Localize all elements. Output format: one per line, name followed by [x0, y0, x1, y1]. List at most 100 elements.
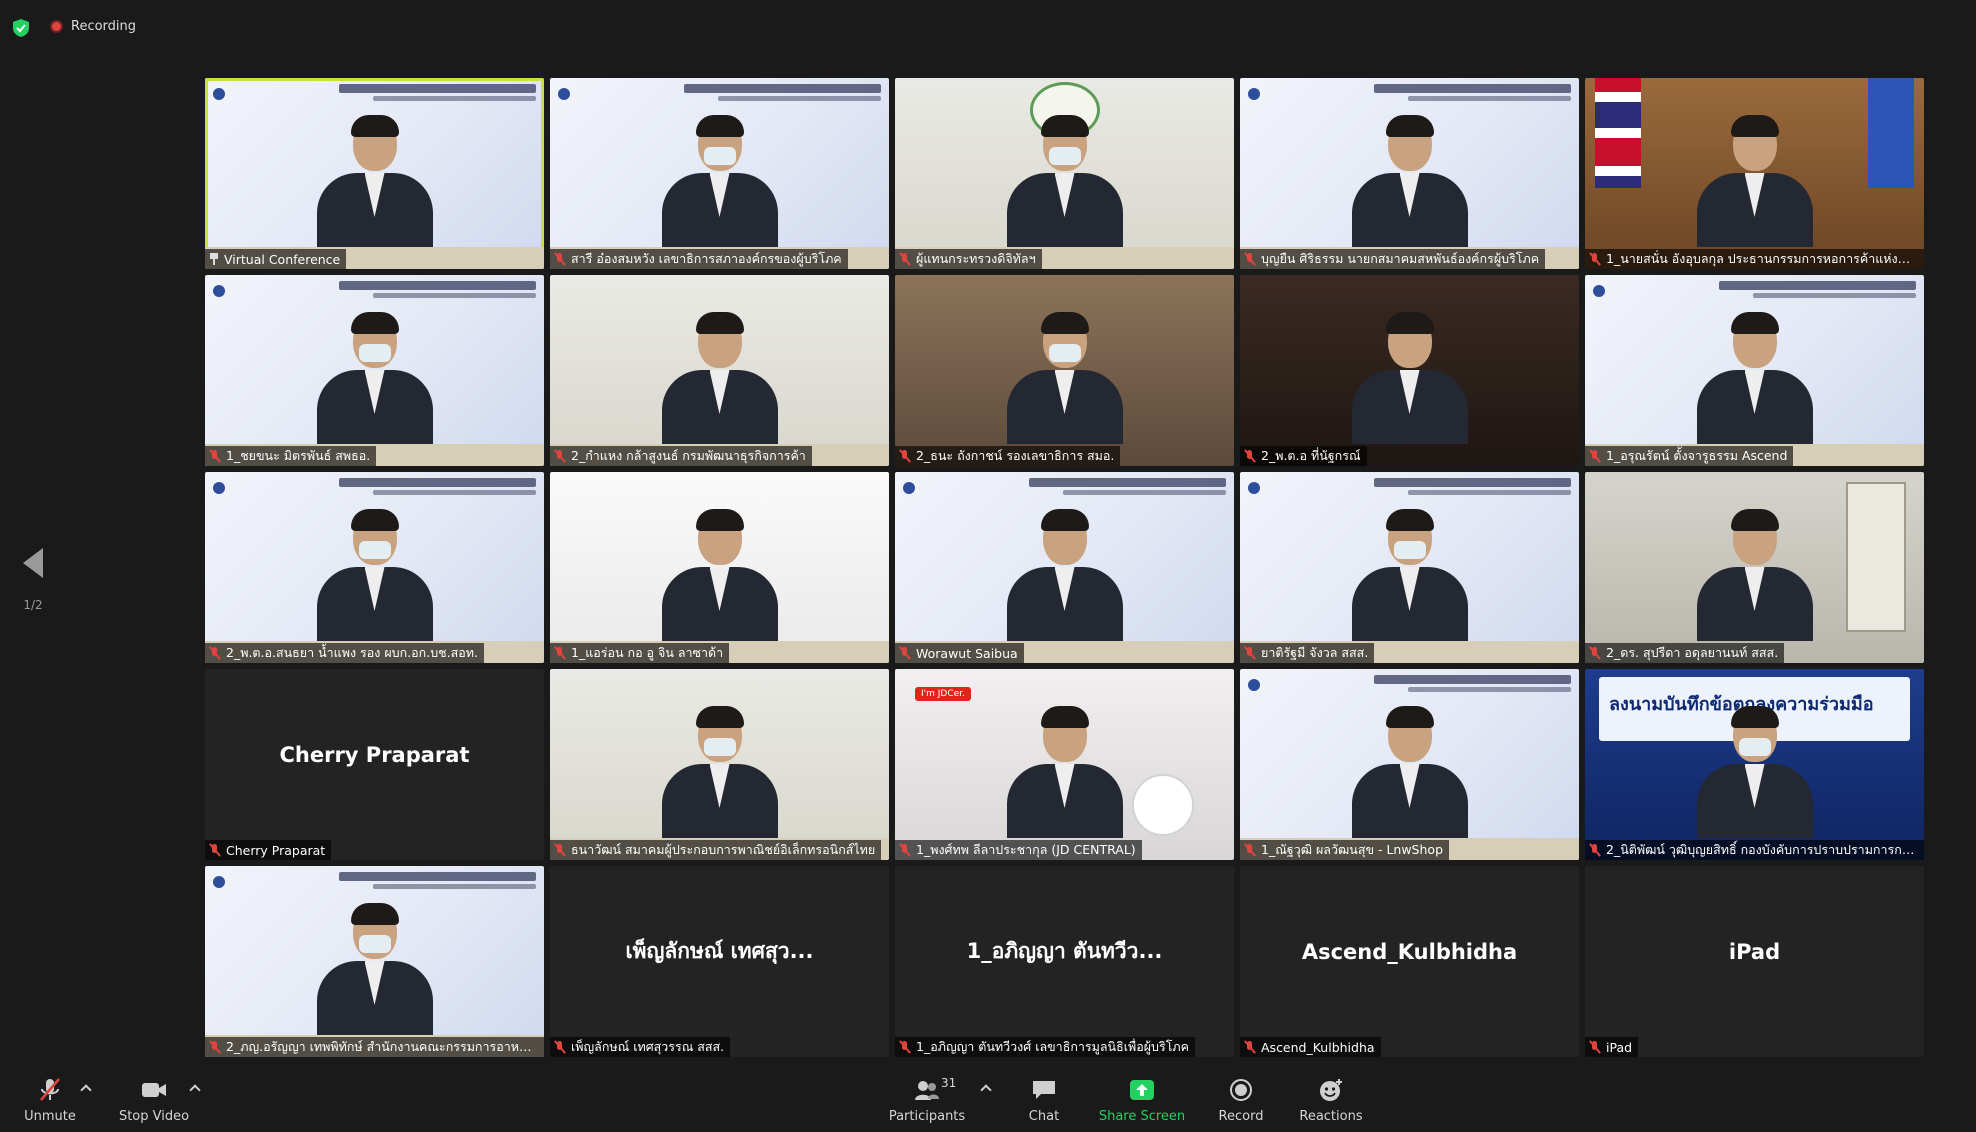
- organization-logo-icon: [1248, 88, 1260, 100]
- participant-video-figure: [661, 115, 778, 247]
- stop-video-label: Stop Video: [118, 1109, 190, 1124]
- participant-video-tile[interactable]: 1_ณัฐวุฒิ ผลวัฒนสุข - LnwShop: [1240, 669, 1579, 860]
- share-screen-label: Share Screen: [1098, 1109, 1186, 1124]
- participant-video-tile[interactable]: เพ็ญลักษณ์ เทศสุว... เพ็ญลักษณ์ เทศสุวรรณ…: [550, 866, 889, 1057]
- participant-name: 2_ธนะ ถังกาชน์ รองเลขาธิการ สมอ.: [916, 448, 1115, 463]
- participants-options-caret-icon[interactable]: [980, 1084, 992, 1096]
- participant-video-tile[interactable]: บุญยืน ศิริธรรม นายกสมาคมสหพันธ์องค์กรผู…: [1240, 78, 1579, 269]
- participant-name: iPad: [1606, 1039, 1633, 1055]
- participant-name-bar: สารี อ๋องสมหวัง เลขาธิการสภาองค์กรของผู้…: [550, 249, 848, 269]
- share-screen-icon: [1130, 1080, 1154, 1100]
- microphone-muted-icon: [1589, 844, 1601, 856]
- participant-name-bar: 1_อภิญญา ตันทวีวงศ์ เลขาธิการมูลนิธิเพื่…: [895, 1037, 1196, 1057]
- participant-name-bar: Worawut Saibua: [895, 643, 1024, 663]
- video-camera-icon: [142, 1083, 166, 1097]
- participant-display-name: Ascend_Kulbhidha: [1301, 939, 1518, 964]
- microphone-muted-icon: [1589, 647, 1601, 659]
- banner-headline: [1374, 84, 1571, 93]
- microphone-muted-icon: [554, 253, 566, 265]
- participants-count: 31: [941, 1076, 957, 1090]
- participant-video-tile[interactable]: Worawut Saibua: [895, 472, 1234, 663]
- participants-button[interactable]: 31 Participants: [879, 1076, 975, 1124]
- microphone-muted-icon: [899, 1041, 911, 1053]
- microphone-muted-icon: [1244, 253, 1256, 265]
- participant-video-tile[interactable]: ธนาวัฒน์ สมาคมผู้ประกอบการพาณิชย์อิเล็กท…: [550, 669, 889, 860]
- participant-name: 1_ชยขนะ มิตรพันธ์ สพธอ.: [226, 448, 371, 463]
- participant-video-tile[interactable]: 2_พ.ต.อ ที่นัฐกรณ์: [1240, 275, 1579, 466]
- record-label: Record: [1218, 1109, 1264, 1124]
- participant-name-bar: 1_พงศ์ทพ ลีลาประชากุล (JD CENTRAL): [895, 840, 1142, 860]
- participant-video-tile[interactable]: 1_อภิญญา ตันทวีว... 1_อภิญญา ตันทวีวงศ์ เ…: [895, 866, 1234, 1057]
- participant-name-bar: 2_ธนะ ถังกาชน์ รองเลขาธิการ สมอ.: [895, 446, 1121, 466]
- participant-name: Virtual Conference: [224, 251, 341, 267]
- participant-name-bar: Cherry Praparat: [205, 840, 332, 860]
- microphone-muted-icon: [554, 1041, 566, 1053]
- participant-name-bar: 2_ภญ.อรัญญา เทพพิทักษ์ สำนักงานคณะกรรมกา…: [205, 1037, 544, 1057]
- participant-video-tile[interactable]: 2_กำแหง กล้าสูงนธ์ กรมพัฒนาธุรกิจการค้า: [550, 275, 889, 466]
- microphone-muted-icon: [1589, 450, 1601, 462]
- participant-name-bar: 1_อรุณรัตน์ ตั้งจารูธรรม Ascend: [1585, 446, 1794, 466]
- banner-subline: [1408, 96, 1571, 101]
- organization-logo-icon: [213, 482, 225, 494]
- participant-video-tile[interactable]: 2_ดร. สุปรีดา อดุลยานนท์ สสส.: [1585, 472, 1924, 663]
- record-button[interactable]: Record: [1193, 1078, 1289, 1124]
- participant-video-tile[interactable]: 2_พ.ต.อ.สนธยา น้ำแพง รอง ผบก.อก.บช.สอท.: [205, 472, 544, 663]
- organization-logo-icon: [1248, 679, 1260, 691]
- stop-video-button[interactable]: Stop Video: [106, 1078, 202, 1124]
- share-screen-button[interactable]: Share Screen: [1094, 1078, 1190, 1124]
- participant-name: 1_พงศ์ทพ ลีลาประชากุล (JD CENTRAL): [916, 842, 1136, 857]
- participant-video-figure: [1006, 115, 1123, 247]
- previous-page-arrow-icon[interactable]: [23, 548, 43, 578]
- participant-video-figure: [661, 706, 778, 838]
- microphone-muted-icon: [209, 844, 221, 856]
- participant-video-figure: [1351, 115, 1468, 247]
- record-icon: [1230, 1079, 1252, 1101]
- banner-subline: [1063, 490, 1226, 495]
- participant-name-bar: 2_พ.ต.อ ที่นัฐกรณ์: [1240, 446, 1367, 466]
- participant-name: สารี อ๋องสมหวัง เลขาธิการสภาองค์กรของผู้…: [571, 251, 842, 266]
- participant-display-name: iPad: [1728, 939, 1781, 964]
- participants-label: Participants: [888, 1109, 966, 1124]
- chat-button[interactable]: Chat: [996, 1078, 1092, 1124]
- page-indicator: 1/2: [23, 598, 43, 612]
- participant-name: 1_อรุณรัตน์ ตั้งจารูธรรม Ascend: [1606, 448, 1788, 463]
- thai-flag-icon: [1595, 78, 1641, 188]
- participant-video-tile[interactable]: ลงนามบันทึกข้อตกลงความร่วมมือ 2_นิติพัฒน์…: [1585, 669, 1924, 860]
- participant-name-bar: 2_พ.ต.อ.สนธยา น้ำแพง รอง ผบก.อก.บช.สอท.: [205, 643, 484, 663]
- participant-name-bar: Ascend_Kulbhidha: [1240, 1037, 1381, 1057]
- microphone-muted-icon: [554, 844, 566, 856]
- participant-video-tile[interactable]: 1_ชยขนะ มิตรพันธ์ สพธอ.: [205, 275, 544, 466]
- participant-video-tile[interactable]: 2_ธนะ ถังกาชน์ รองเลขาธิการ สมอ.: [895, 275, 1234, 466]
- reactions-label: Reactions: [1299, 1109, 1363, 1124]
- security-shield-icon[interactable]: [12, 18, 30, 38]
- participant-video-figure: [1006, 706, 1123, 838]
- participant-video-tile[interactable]: I'm JDCer. 1_พงศ์ทพ ลีลาประชากุล (JD CENT…: [895, 669, 1234, 860]
- organization-logo-icon: [213, 88, 225, 100]
- pin-icon[interactable]: [209, 253, 219, 265]
- microphone-muted-icon: [1244, 647, 1256, 659]
- microphone-muted-icon: [40, 1078, 60, 1101]
- participant-video-tile[interactable]: 1_นายสนั่น อังอุบลกุล ประธานกรรมการหอการ…: [1585, 78, 1924, 269]
- reactions-button[interactable]: Reactions: [1283, 1078, 1379, 1124]
- organization-logo-icon: [1248, 482, 1260, 494]
- recording-indicator[interactable]: Recording: [50, 19, 136, 34]
- participant-video-tile[interactable]: ผู้แทนกระทรวงดิจิทัลฯ: [895, 78, 1234, 269]
- participant-video-tile[interactable]: Virtual Conference: [205, 78, 544, 269]
- participant-video-tile[interactable]: Ascend_Kulbhidha Ascend_Kulbhidha: [1240, 866, 1579, 1057]
- microphone-muted-icon: [1589, 253, 1601, 265]
- participant-video-tile[interactable]: iPad iPad: [1585, 866, 1924, 1057]
- participant-video-tile[interactable]: สารี อ๋องสมหวัง เลขาธิการสภาองค์กรของผู้…: [550, 78, 889, 269]
- participant-name-bar: บุญยืน ศิริธรรม นายกสมาคมสหพันธ์องค์กรผู…: [1240, 249, 1546, 269]
- participant-name-bar: Virtual Conference: [205, 249, 347, 269]
- participant-video-figure: [1696, 706, 1813, 838]
- banner-subline: [718, 96, 881, 101]
- gallery-pager: 1/2: [18, 548, 48, 612]
- participant-video-tile[interactable]: 1_อรุณรัตน์ ตั้งจารูธรรม Ascend: [1585, 275, 1924, 466]
- participant-name-bar: ธนาวัฒน์ สมาคมผู้ประกอบการพาณิชย์อิเล็กท…: [550, 840, 882, 860]
- banner-headline: [339, 478, 536, 487]
- participant-video-tile[interactable]: 1_แอร่อน กอ อู จิน ลาซาด้า: [550, 472, 889, 663]
- participant-video-tile[interactable]: Cherry Praparat Cherry Praparat: [205, 669, 544, 860]
- participant-name: 1_แอร่อน กอ อู จิน ลาซาด้า: [571, 645, 724, 660]
- participant-video-tile[interactable]: 2_ภญ.อรัญญา เทพพิทักษ์ สำนักงานคณะกรรมกา…: [205, 866, 544, 1057]
- participant-video-tile[interactable]: ยาติรัฐมี จังวล สสส.: [1240, 472, 1579, 663]
